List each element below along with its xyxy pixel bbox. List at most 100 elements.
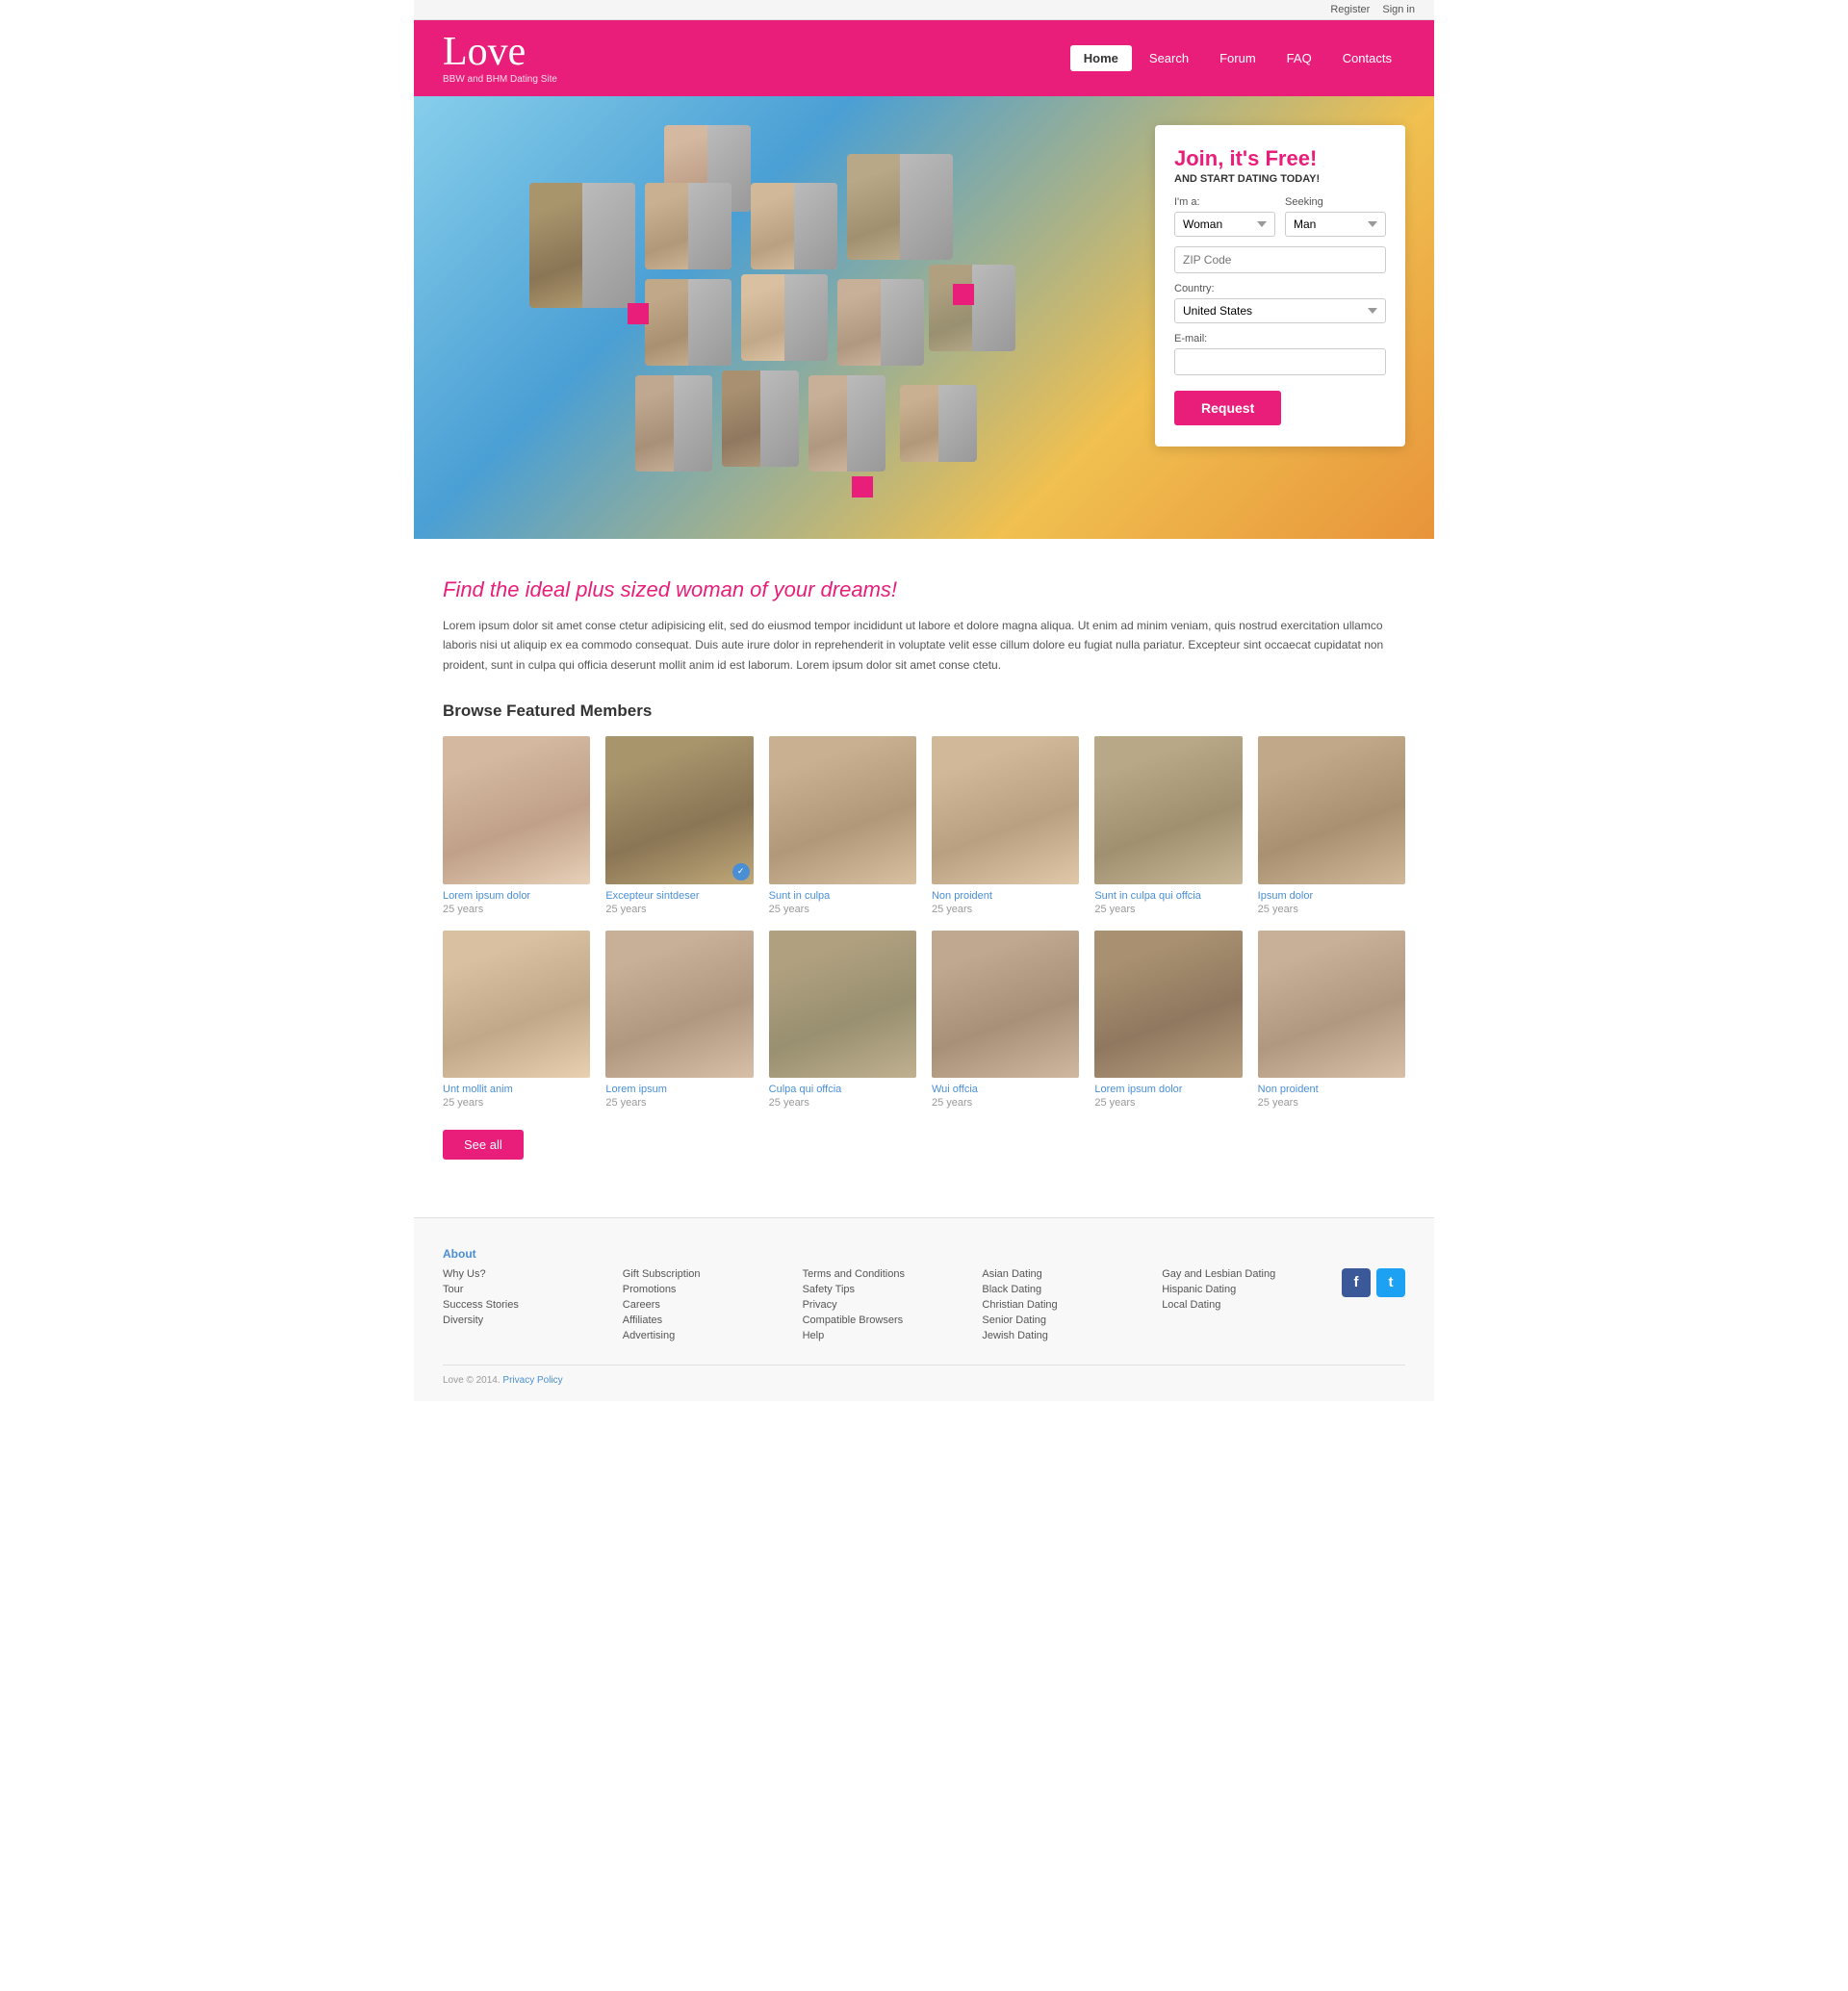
footer-link-advertising[interactable]: Advertising	[623, 1330, 783, 1341]
main-nav: Home Search Forum FAQ Contacts	[1070, 45, 1405, 71]
zip-input[interactable]	[1174, 246, 1386, 273]
member-photo-7	[443, 931, 590, 1078]
member-card-3[interactable]: Sunt in culpa 25 years	[769, 736, 916, 914]
member-card-9[interactable]: Culpa qui offcia 25 years	[769, 931, 916, 1109]
footer-link-tour[interactable]: Tour	[443, 1284, 603, 1295]
social-icons: f t	[1342, 1268, 1405, 1297]
footer-grid: About Why Us? Tour Success Stories Diver…	[443, 1247, 1405, 1345]
member-age-10: 25 years	[932, 1097, 1079, 1109]
member-card-4[interactable]: Non proident 25 years	[932, 736, 1079, 914]
footer-col-dating1: Asian Dating Black Dating Christian Dati…	[982, 1247, 1142, 1345]
footer-link-diversity[interactable]: Diversity	[443, 1315, 603, 1326]
main-tagline: Find the ideal plus sized woman of your …	[443, 577, 1405, 602]
footer-link-promotions[interactable]: Promotions	[623, 1284, 783, 1295]
member-photo-5	[1094, 736, 1242, 883]
email-input[interactable]	[1174, 348, 1386, 375]
member-name-4: Non proident	[932, 890, 1079, 902]
member-card-8[interactable]: Lorem ipsum 25 years	[605, 931, 753, 1109]
collage-photo-7	[741, 274, 828, 361]
footer-link-gift[interactable]: Gift Subscription	[623, 1268, 783, 1280]
members-row-2: Unt mollit anim 25 years Lorem ipsum 25 …	[443, 931, 1405, 1109]
member-card-1[interactable]: Lorem ipsum dolor 25 years	[443, 736, 590, 914]
country-label: Country:	[1174, 283, 1386, 294]
member-card-7[interactable]: Unt mollit anim 25 years	[443, 931, 590, 1109]
footer-col-about: About Why Us? Tour Success Stories Diver…	[443, 1247, 603, 1345]
facebook-icon[interactable]: f	[1342, 1268, 1371, 1297]
gender-row: I'm a: Woman Man Seeking Man Woman	[1174, 196, 1386, 237]
member-name-2: Excepteur sintdeser	[605, 890, 753, 902]
member-card-10[interactable]: Wui offcia 25 years	[932, 931, 1079, 1109]
footer-link-asian[interactable]: Asian Dating	[982, 1268, 1142, 1280]
featured-title: Browse Featured Members	[443, 702, 1405, 721]
nav-faq[interactable]: FAQ	[1273, 45, 1325, 71]
footer-col-dating2-title	[1162, 1247, 1322, 1261]
privacy-policy-link[interactable]: Privacy Policy	[502, 1375, 562, 1386]
member-name-5: Sunt in culpa qui offcia	[1094, 890, 1242, 902]
member-name-7: Unt mollit anim	[443, 1084, 590, 1095]
member-card-11[interactable]: Lorem ipsum dolor 25 years	[1094, 931, 1242, 1109]
member-age-4: 25 years	[932, 904, 1079, 915]
copyright-text: Love © 2014.	[443, 1375, 500, 1386]
footer-link-terms[interactable]: Terms and Conditions	[803, 1268, 963, 1280]
footer-col-services-title	[623, 1247, 783, 1261]
footer-col-legal-title	[803, 1247, 963, 1261]
footer-link-local[interactable]: Local Dating	[1162, 1299, 1322, 1311]
footer-link-jewish[interactable]: Jewish Dating	[982, 1330, 1142, 1341]
footer-col-social-title	[1342, 1247, 1405, 1261]
im-a-select[interactable]: Woman Man	[1174, 212, 1275, 237]
nav-forum[interactable]: Forum	[1206, 45, 1270, 71]
footer-link-affiliates[interactable]: Affiliates	[623, 1315, 783, 1326]
member-photo-inner-1	[443, 736, 590, 883]
header: Love BBW and BHM Dating Site Home Search…	[414, 20, 1434, 96]
nav-search[interactable]: Search	[1136, 45, 1202, 71]
footer-link-success[interactable]: Success Stories	[443, 1299, 603, 1311]
footer-link-black[interactable]: Black Dating	[982, 1284, 1142, 1295]
member-card-2[interactable]: ✓ Excepteur sintdeser 25 years	[605, 736, 753, 914]
seeking-select[interactable]: Man Woman	[1285, 212, 1386, 237]
footer-link-senior[interactable]: Senior Dating	[982, 1315, 1142, 1326]
register-link[interactable]: Register	[1330, 4, 1370, 15]
footer-col-dating1-title	[982, 1247, 1142, 1261]
footer: About Why Us? Tour Success Stories Diver…	[414, 1217, 1434, 1401]
footer-link-careers[interactable]: Careers	[623, 1299, 783, 1311]
footer-link-gay[interactable]: Gay and Lesbian Dating	[1162, 1268, 1322, 1280]
member-age-6: 25 years	[1258, 904, 1405, 915]
member-photo-9	[769, 931, 916, 1078]
join-form: Join, it's Free! AND START DATING TODAY!…	[1155, 125, 1405, 447]
footer-link-hispanic[interactable]: Hispanic Dating	[1162, 1284, 1322, 1295]
member-card-12[interactable]: Non proident 25 years	[1258, 931, 1405, 1109]
decorative-square-1	[628, 303, 649, 324]
collage-photo-13	[900, 385, 977, 462]
twitter-icon[interactable]: t	[1376, 1268, 1405, 1297]
member-age-3: 25 years	[769, 904, 916, 915]
join-title: Join, it's Free!	[1174, 146, 1386, 171]
member-photo-6	[1258, 736, 1405, 883]
footer-link-browsers[interactable]: Compatible Browsers	[803, 1315, 963, 1326]
footer-link-help[interactable]: Help	[803, 1330, 963, 1341]
footer-col-dating2: Gay and Lesbian Dating Hispanic Dating L…	[1162, 1247, 1322, 1345]
member-age-12: 25 years	[1258, 1097, 1405, 1109]
member-name-9: Culpa qui offcia	[769, 1084, 916, 1095]
member-photo-3	[769, 736, 916, 883]
join-subtitle: AND START DATING TODAY!	[1174, 173, 1386, 185]
member-age-1: 25 years	[443, 904, 590, 915]
member-photo-4	[932, 736, 1079, 883]
request-button[interactable]: Request	[1174, 391, 1281, 425]
member-card-5[interactable]: Sunt in culpa qui offcia 25 years	[1094, 736, 1242, 914]
footer-link-safety[interactable]: Safety Tips	[803, 1284, 963, 1295]
footer-link-privacy[interactable]: Privacy	[803, 1299, 963, 1311]
im-a-label: I'm a:	[1174, 196, 1275, 208]
member-card-6[interactable]: Ipsum dolor 25 years	[1258, 736, 1405, 914]
country-select[interactable]: United States Canada United Kingdom	[1174, 298, 1386, 323]
member-photo-inner-2	[605, 736, 753, 883]
footer-link-whyus[interactable]: Why Us?	[443, 1268, 603, 1280]
signin-link[interactable]: Sign in	[1382, 4, 1415, 15]
footer-link-christian[interactable]: Christian Dating	[982, 1299, 1142, 1311]
see-all-button[interactable]: See all	[443, 1130, 524, 1160]
description-text: Lorem ipsum dolor sit amet conse ctetur …	[443, 616, 1405, 675]
nav-contacts[interactable]: Contacts	[1329, 45, 1405, 71]
main-content: Find the ideal plus sized woman of your …	[414, 539, 1434, 1217]
member-name-12: Non proident	[1258, 1084, 1405, 1095]
nav-home[interactable]: Home	[1070, 45, 1132, 71]
member-photo-10	[932, 931, 1079, 1078]
